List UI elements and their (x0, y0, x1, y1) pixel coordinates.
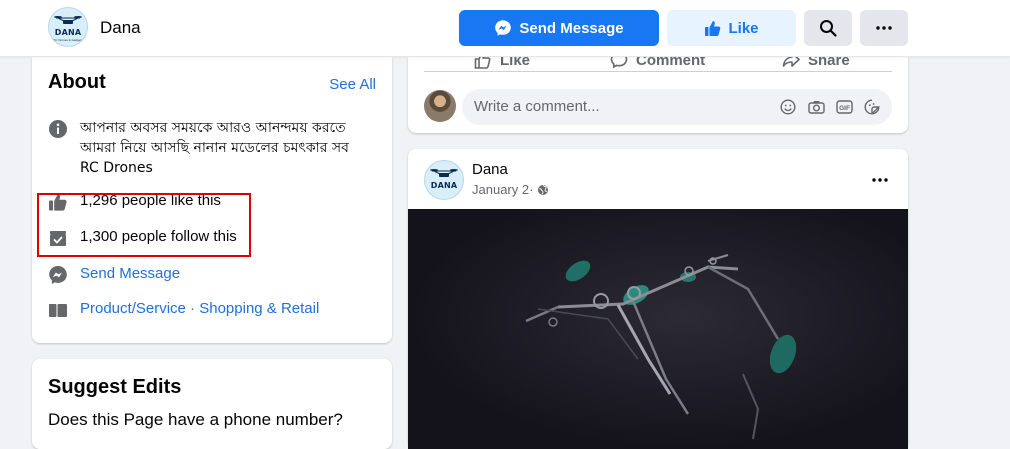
send-message-link[interactable]: Send Message (80, 264, 180, 284)
suggest-edits-question: Does this Page have a phone number? (48, 410, 343, 429)
post-date[interactable]: January 2 (472, 182, 529, 197)
drone-photo (408, 209, 908, 449)
category-product-link[interactable]: Product/Service (80, 300, 186, 317)
thumbs-up-icon (704, 20, 721, 37)
post-card: DANA Dana January 2 · (408, 149, 908, 449)
page-description: আপনার অবসর সময়কে আরও আনন্দময় করতে আমরা… (80, 120, 349, 176)
category-row: Product/Service · Shopping & Retail (80, 299, 319, 319)
svg-text:GIF: GIF (839, 105, 850, 112)
messenger-icon (49, 266, 67, 284)
search-icon (820, 20, 837, 37)
like-page-button[interactable]: Like (667, 10, 796, 46)
logo-text: DANA (430, 181, 458, 190)
send-message-button[interactable]: Send Message (459, 10, 659, 46)
camera-icon[interactable] (806, 97, 826, 117)
suggest-edits-title: Suggest Edits (48, 376, 182, 398)
post-author-avatar[interactable]: DANA (424, 160, 464, 200)
like-label: Like (728, 19, 759, 37)
highlight-box (37, 193, 251, 257)
post-meta-separator: · (529, 182, 534, 197)
category-separator: · (185, 300, 200, 317)
post-video[interactable] (408, 209, 908, 449)
comment-placeholder: Write a comment... (474, 98, 600, 115)
send-message-label: Send Message (519, 19, 624, 37)
sticker-icon[interactable] (862, 97, 882, 117)
search-button[interactable] (804, 10, 852, 46)
page-logo[interactable]: DANA RC Drones & Gadgets (48, 7, 88, 47)
divider (424, 71, 892, 72)
comment-input[interactable]: Write a comment... GIF (462, 89, 892, 125)
drone-logo-icon (430, 169, 458, 177)
gif-icon[interactable]: GIF (834, 97, 854, 117)
more-icon (872, 178, 888, 182)
more-icon (876, 26, 892, 30)
more-options-button[interactable] (860, 10, 908, 46)
post-meta: January 2 · (472, 182, 549, 197)
see-all-link[interactable]: See All (329, 76, 376, 93)
user-avatar[interactable] (424, 90, 456, 122)
globe-icon (537, 184, 549, 196)
info-icon (49, 120, 67, 138)
messenger-icon (494, 19, 512, 37)
category-shopping-link[interactable]: Shopping & Retail (199, 300, 319, 317)
page-title[interactable]: Dana (100, 18, 141, 38)
post-comment-card: Like Comment Share Write a comment... GI… (408, 53, 908, 133)
category-icon (49, 304, 67, 317)
page-header-bar: DANA RC Drones & Gadgets Dana Send Messa… (0, 0, 1010, 57)
about-title: About (48, 71, 106, 93)
suggest-edits-card: Suggest Edits Does this Page have a phon… (32, 359, 392, 449)
drone-logo-icon (54, 16, 82, 24)
post-author-name[interactable]: Dana (472, 161, 508, 178)
post-options-button[interactable] (872, 169, 888, 187)
logo-subtext: RC Drones & Gadgets (53, 38, 83, 42)
logo-text: DANA (54, 28, 82, 37)
emoji-icon[interactable] (778, 97, 798, 117)
